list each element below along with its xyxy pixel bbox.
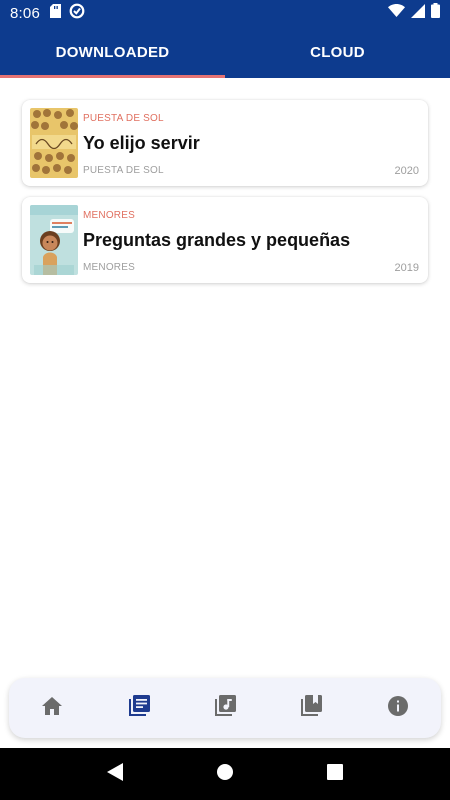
tab-indicator [0, 75, 225, 78]
book-collection: PUESTA DE SOL [83, 165, 164, 176]
tab-label: CLOUD [310, 43, 365, 61]
system-recents-button[interactable] [315, 754, 355, 794]
book-category: PUESTA DE SOL [83, 113, 164, 124]
book-cover-image [30, 205, 78, 275]
book-cover-image [30, 108, 78, 178]
system-home-button[interactable] [205, 754, 245, 794]
book-collection: MENORES [83, 262, 135, 273]
book-year: 2019 [394, 262, 419, 274]
info-icon [387, 695, 409, 722]
book-title: Yo elijo servir [83, 133, 200, 153]
book-list: PUESTA DE SOL Yo elijo servir PUESTA DE … [22, 100, 428, 294]
book-category: MENORES [83, 210, 135, 221]
book-year: 2020 [394, 165, 419, 177]
tab-downloaded[interactable]: DOWNLOADED [0, 26, 225, 78]
book-card[interactable]: PUESTA DE SOL Yo elijo servir PUESTA DE … [22, 100, 428, 186]
library-icon [127, 694, 151, 723]
wifi-icon [388, 4, 405, 22]
back-triangle-icon [107, 762, 123, 786]
tab-cloud[interactable]: CLOUD [225, 26, 450, 78]
nav-library[interactable] [95, 694, 181, 723]
signal-icon [411, 3, 425, 23]
bottom-navigation [9, 678, 441, 738]
status-time: 8:06 [10, 4, 40, 22]
system-back-button[interactable] [95, 754, 135, 794]
data-saver-icon [69, 3, 85, 24]
home-circle-icon [216, 763, 234, 786]
book-card[interactable]: MENORES Preguntas grandes y pequeñas MEN… [22, 197, 428, 283]
recents-square-icon [327, 763, 343, 785]
nav-info[interactable] [355, 695, 441, 722]
home-icon [41, 696, 63, 721]
music-library-icon [213, 694, 237, 723]
book-title: Preguntas grandes y pequeñas [83, 230, 351, 250]
nav-bookmarks[interactable] [268, 694, 354, 723]
sd-card-icon [50, 3, 61, 23]
nav-home[interactable] [9, 696, 95, 721]
system-navigation-bar [0, 748, 450, 800]
battery-icon [431, 3, 440, 23]
status-bar: 8:06 [0, 0, 450, 26]
tab-bar: DOWNLOADED CLOUD [0, 26, 450, 78]
bookmarks-icon [299, 694, 323, 723]
tab-label: DOWNLOADED [55, 43, 170, 61]
nav-music[interactable] [182, 694, 268, 723]
